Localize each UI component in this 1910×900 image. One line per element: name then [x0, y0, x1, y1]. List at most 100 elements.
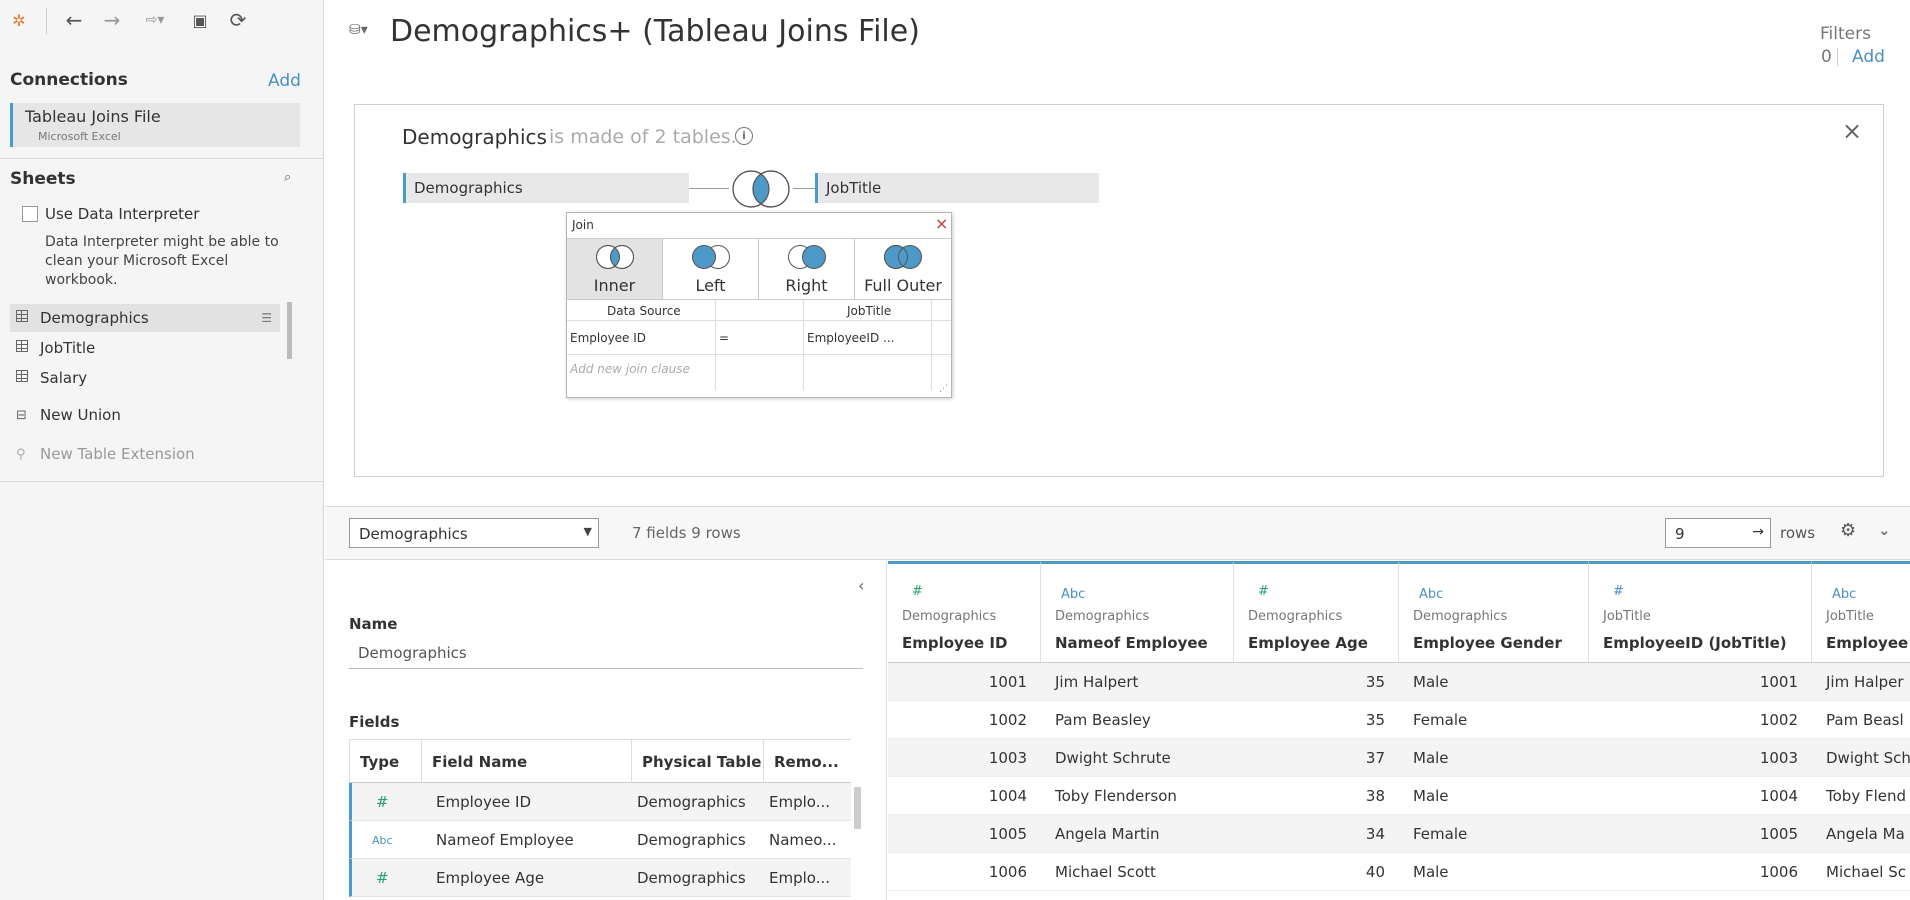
- grid-row[interactable]: 1004 Toby Flenderson 38 Male 1004 Toby Flend: [888, 777, 1910, 815]
- grid-row[interactable]: 1006 Michael Scott 40 Male 1006 Michael Sc: [888, 853, 1910, 891]
- scrollbar[interactable]: [287, 302, 292, 359]
- text-type-icon[interactable]: Abc: [1061, 587, 1085, 602]
- col-header-type[interactable]: Type: [350, 740, 422, 784]
- grid-row[interactable]: 1003 Dwight Schrute 37 Male 1003 Dwight Sch: [888, 739, 1910, 777]
- grid-col-header[interactable]: Abc Demographics Nameof Employee: [1041, 561, 1234, 662]
- left-table-chip[interactable]: Demographics: [403, 173, 689, 203]
- grid-cell: Pam Beasley: [1055, 711, 1151, 729]
- info-icon[interactable]: i: [735, 127, 753, 145]
- datasource-icon[interactable]: ⛁▾: [349, 22, 368, 38]
- grid-cell: Male: [1413, 749, 1449, 767]
- data-grid: # Demographics Employee ID Abc Demograph…: [888, 561, 1910, 900]
- field-row[interactable]: # Employee Age Demographics Emplo...: [349, 859, 851, 897]
- join-type-right[interactable]: Right: [759, 239, 855, 299]
- field-row[interactable]: # Employee ID Demographics Emplo...: [349, 783, 851, 821]
- arrow-right-icon[interactable]: →: [1752, 524, 1764, 540]
- search-sheets-icon[interactable]: ⌕: [284, 170, 291, 185]
- grid-col-header[interactable]: Abc JobTitle Employee N: [1812, 561, 1910, 662]
- physical-table: Demographics: [637, 831, 746, 849]
- connection-type: Microsoft Excel: [38, 130, 121, 143]
- save-icon[interactable]: ▣: [188, 8, 212, 32]
- col-header-remote[interactable]: Remo...: [764, 740, 852, 784]
- close-join-icon[interactable]: ×: [935, 214, 948, 233]
- grid-cell: 1004: [988, 787, 1027, 805]
- grid-row[interactable]: 1001 Jim Halpert 35 Male 1001 Jim Halper: [888, 663, 1910, 701]
- grid-cell: 38: [1365, 787, 1385, 805]
- number-type-icon[interactable]: #: [912, 584, 923, 599]
- col-source: JobTitle: [1603, 609, 1651, 624]
- refresh-icon[interactable]: ⟳: [226, 8, 250, 32]
- text-type-icon[interactable]: Abc: [1419, 587, 1443, 602]
- new-table-extension-item[interactable]: ⚲ New Table Extension: [10, 440, 280, 468]
- join-type-full-outer[interactable]: Full Outer: [855, 239, 951, 299]
- gear-icon[interactable]: ⚙: [1840, 520, 1856, 541]
- page-title[interactable]: Demographics+ (Tableau Joins File): [390, 14, 920, 49]
- field-name: Nameof Employee: [436, 831, 574, 849]
- redo-icon[interactable]: →: [100, 8, 124, 32]
- join-type-label: Inner: [593, 276, 636, 295]
- new-union-label: New Union: [40, 406, 121, 424]
- grid-cell: Angela Ma: [1826, 825, 1905, 843]
- grid-col-header[interactable]: # Demographics Employee Age: [1234, 561, 1399, 662]
- grid-cell: 40: [1365, 863, 1385, 881]
- sheet-item-demographics[interactable]: Demographics ☰: [10, 304, 280, 332]
- toolbar-divider: [46, 8, 47, 34]
- filters-divider: [1837, 48, 1838, 66]
- chevron-down-icon[interactable]: ⌄: [1878, 521, 1891, 539]
- rows-input[interactable]: 9 →: [1665, 518, 1771, 548]
- number-type-icon[interactable]: #: [1613, 584, 1624, 599]
- table-icon: [10, 310, 40, 326]
- join-operator[interactable]: =: [719, 331, 729, 345]
- grid-col-header[interactable]: # JobTitle EmployeeID (JobTitle): [1589, 561, 1812, 662]
- close-icon[interactable]: ×: [1842, 117, 1862, 145]
- join-dialog-title: Join: [572, 218, 594, 232]
- right-table-chip[interactable]: JobTitle: [815, 173, 1099, 203]
- col-header-physical-table[interactable]: Physical Table: [632, 740, 764, 784]
- grid-cell: 1005: [1759, 825, 1798, 843]
- add-join-clause[interactable]: Add new join clause: [570, 362, 690, 376]
- number-type-icon[interactable]: #: [1258, 584, 1269, 599]
- text-type-icon[interactable]: Abc: [1832, 587, 1856, 602]
- grid-col-header[interactable]: # Demographics Employee ID: [888, 561, 1041, 662]
- grid-cell: 1006: [1759, 863, 1798, 881]
- join-type-label: Right: [785, 276, 828, 295]
- grid-cell: Michael Sc: [1826, 863, 1906, 881]
- replay-icon[interactable]: ⇨▾: [138, 8, 172, 32]
- remote-name: Emplo...: [769, 793, 830, 811]
- resize-handle-icon[interactable]: ⋰: [939, 384, 948, 394]
- grid-row[interactable]: 1005 Angela Martin 34 Female 1005 Angela Ma: [888, 815, 1910, 853]
- join-left-field[interactable]: Employee ID: [570, 331, 646, 345]
- grid-cell: Jim Halpert: [1055, 673, 1139, 691]
- connection-item[interactable]: Tableau Joins File Microsoft Excel: [10, 103, 300, 147]
- use-interpreter-checkbox[interactable]: [22, 206, 38, 222]
- col-source: Demographics: [1055, 609, 1150, 624]
- col-source: JobTitle: [1826, 609, 1874, 624]
- join-venn-icon[interactable]: [729, 169, 793, 209]
- sheet-item-salary[interactable]: Salary: [10, 364, 280, 392]
- col-header-field-name[interactable]: Field Name: [422, 740, 632, 784]
- sheet-item-jobtitle[interactable]: JobTitle: [10, 334, 280, 362]
- new-union-item[interactable]: ⊟ New Union: [10, 401, 280, 429]
- union-icon: ⊟: [16, 407, 27, 423]
- section-divider: [0, 481, 324, 482]
- grid-row[interactable]: 1002 Pam Beasley 35 Female 1002 Pam Beasl: [888, 701, 1910, 739]
- join-type-inner[interactable]: Inner: [567, 239, 663, 299]
- grid-cell: 1001: [988, 673, 1027, 691]
- undo-icon[interactable]: ←: [62, 8, 86, 32]
- add-connection-link[interactable]: Add: [268, 71, 301, 91]
- use-interpreter-label: Use Data Interpreter: [45, 205, 200, 223]
- field-row-summary: 7 fields 9 rows: [632, 524, 741, 542]
- join-right-field[interactable]: EmployeeID ...: [807, 331, 894, 345]
- name-input[interactable]: Demographics: [349, 635, 863, 669]
- field-row[interactable]: Abc Nameof Employee Demographics Nameo..…: [349, 821, 851, 859]
- join-type-left[interactable]: Left: [663, 239, 759, 299]
- scrollbar[interactable]: [854, 787, 861, 829]
- collapse-panel-icon[interactable]: ‹: [858, 576, 864, 595]
- table-select-value: Demographics: [359, 525, 468, 543]
- new-table-extension-label: New Table Extension: [40, 445, 195, 463]
- tableau-logo-icon[interactable]: ✲: [8, 8, 30, 32]
- view-data-icon[interactable]: ☰: [261, 311, 272, 325]
- add-filter-link[interactable]: Add: [1852, 47, 1885, 67]
- grid-col-header[interactable]: Abc Demographics Employee Gender: [1399, 561, 1589, 662]
- table-select[interactable]: Demographics ▼: [349, 518, 599, 548]
